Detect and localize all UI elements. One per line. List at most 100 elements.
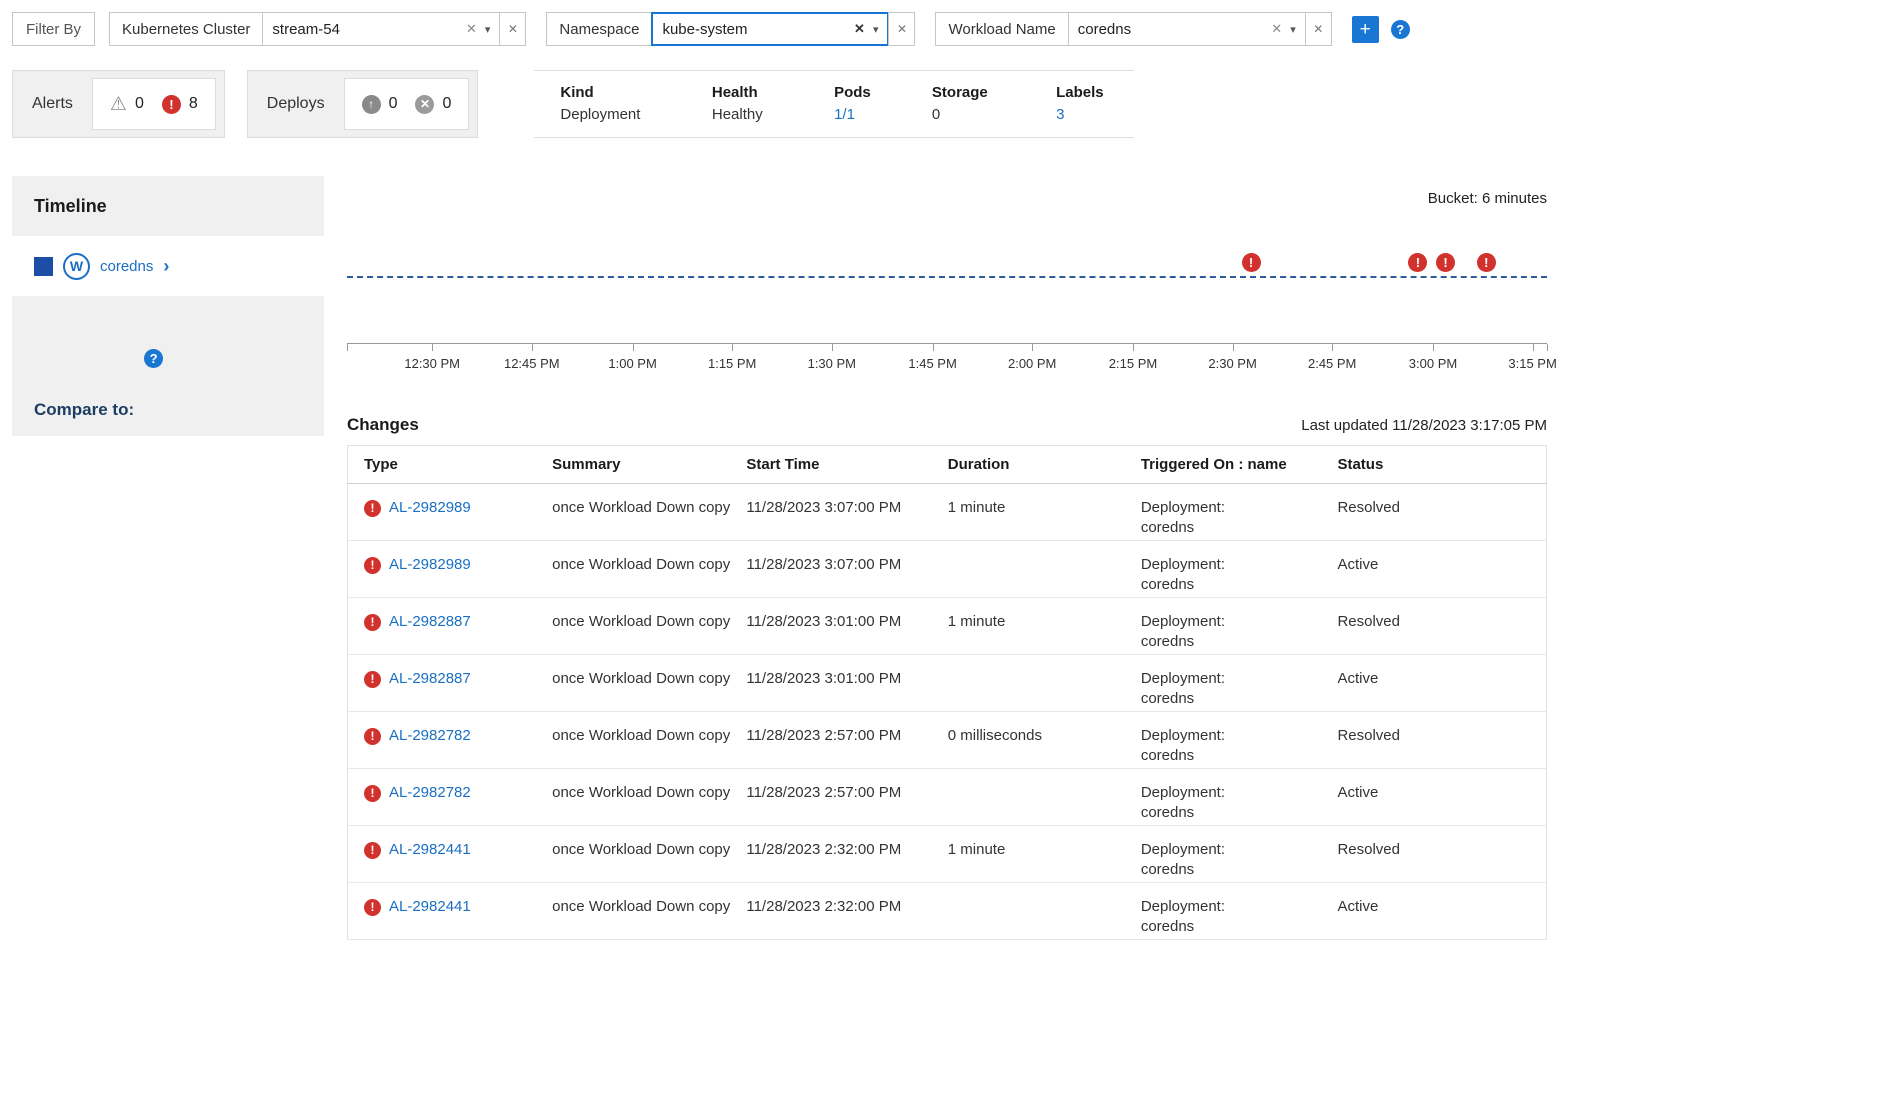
alert-id-link[interactable]: AL-2982887 [389,612,471,632]
duration-cell [940,655,1133,712]
col-triggered-on: Triggered On : name [1133,446,1330,484]
alert-id-link[interactable]: AL-2982441 [389,897,471,917]
chevron-down-icon[interactable]: ▾ [873,23,879,36]
axis-tick-label: 2:00 PM [1008,356,1056,371]
triggered-on-cell: Deployment: coredns [1133,598,1330,655]
filter-group-cluster: Kubernetes Cluster stream-54 ✕ ▾ ✕ [109,12,526,46]
critical-alert-icon: ! [364,500,381,517]
summary-pods-label: Pods [834,84,922,101]
summary-cell: once Workload Down copy [544,712,738,769]
col-start-time: Start Time [738,446,939,484]
deploys-failed-stat: ✕ 0 [415,95,451,114]
triggered-kind: Deployment: [1141,612,1322,632]
chevron-down-icon[interactable]: ▾ [1290,23,1296,36]
triggered-kind: Deployment: [1141,840,1322,860]
triggered-name: coredns [1141,860,1322,880]
timeline-title: Timeline [12,176,324,236]
duration-cell [940,883,1133,940]
axis-tick-label: 1:45 PM [908,356,956,371]
alert-marker-icon[interactable]: ! [1436,253,1455,272]
status-cell: Active [1329,883,1546,940]
remove-cluster-filter-button[interactable]: ✕ [499,12,526,46]
timeline-series-line [347,276,1547,278]
critical-alert-icon: ! [364,728,381,745]
workload-filter-input[interactable]: coredns ✕ ▾ [1068,12,1306,46]
summary-pods: Pods 1/1 [834,84,932,137]
help-icon[interactable]: ? [144,349,163,368]
workload-link[interactable]: coredns [100,258,153,275]
help-icon[interactable]: ? [1391,20,1410,39]
start-time-cell: 11/28/2023 2:57:00 PM [738,712,939,769]
timeline-legend-row: W coredns › [12,236,324,296]
triggered-on-cell: Deployment: coredns [1133,484,1330,541]
axis-tick-label: 2:15 PM [1109,356,1157,371]
status-cell: Resolved [1329,598,1546,655]
summary-labels: Labels 3 [1056,84,1134,137]
close-icon: ✕ [1313,22,1323,36]
workload-filter-value: coredns [1078,21,1264,38]
chevron-right-icon[interactable]: › [163,257,169,275]
axis-tick [1032,344,1033,351]
triggered-name: coredns [1141,917,1322,937]
duration-cell [940,541,1133,598]
chevron-down-icon[interactable]: ▾ [485,23,491,36]
series-color-swatch [34,257,53,276]
axis-tick [832,344,833,351]
labels-count-link[interactable]: 3 [1056,106,1064,123]
last-updated-label: Last updated 11/28/2023 3:17:05 PM [1301,417,1547,434]
alert-id-link[interactable]: AL-2982887 [389,669,471,689]
axis-tick-label: 3:00 PM [1409,356,1457,371]
alert-marker-icon[interactable]: ! [1477,253,1496,272]
clear-value-icon[interactable]: ✕ [1271,21,1282,37]
add-filter-button[interactable]: + [1352,16,1379,43]
alert-marker-icon[interactable]: ! [1408,253,1427,272]
type-cell: ! AL-2982887 [348,598,545,655]
summary-cell: once Workload Down copy [544,826,738,883]
namespace-filter-input[interactable]: kube-system ✕ ▾ [651,12,889,46]
filter-group-workload: Workload Name coredns ✕ ▾ ✕ [935,12,1331,46]
table-row: ! AL-2982887 once Workload Down copy 11/… [348,655,1547,712]
triggered-on-cell: Deployment: coredns [1133,712,1330,769]
axis-tick [1433,344,1434,351]
alert-id-link[interactable]: AL-2982782 [389,783,471,803]
summary-storage-value: 0 [932,106,1046,123]
col-summary: Summary [544,446,738,484]
workload-badge-icon: W [63,253,90,280]
stats-row: Alerts ⚠ 0 ! 8 Deploys ↑ 0 ✕ [8,70,1878,138]
bucket-label: Bucket: 6 minutes [347,176,1547,207]
start-time-cell: 11/28/2023 3:07:00 PM [738,541,939,598]
alerts-warning-count: 0 [135,95,144,113]
axis-tick [347,344,348,351]
alert-id-link[interactable]: AL-2982989 [389,555,471,575]
clear-value-icon[interactable]: ✕ [854,21,865,37]
triggered-name: coredns [1141,689,1322,709]
table-row: ! AL-2982887 once Workload Down copy 11/… [348,598,1547,655]
duration-cell: 1 minute [940,826,1133,883]
duration-cell: 1 minute [940,598,1133,655]
pods-count-link[interactable]: 1/1 [834,106,855,123]
table-row: ! AL-2982441 once Workload Down copy 11/… [348,883,1547,940]
triggered-name: coredns [1141,575,1322,595]
close-icon: ✕ [897,22,907,36]
table-header-row: Type Summary Start Time Duration Trigger… [348,446,1547,484]
summary-storage: Storage 0 [932,84,1056,137]
type-cell: ! AL-2982441 [348,826,545,883]
clear-value-icon[interactable]: ✕ [466,21,477,37]
alert-id-link[interactable]: AL-2982989 [389,498,471,518]
alerts-critical-stat: ! 8 [162,95,198,114]
remove-workload-filter-button[interactable]: ✕ [1305,12,1332,46]
triggered-on-cell: Deployment: coredns [1133,826,1330,883]
time-axis: 12:30 PM 12:45 PM 1:00 PM 1:15 PM 1:30 P… [347,343,1547,389]
triggered-name: coredns [1141,518,1322,538]
warning-icon: ⚠ [110,95,127,114]
alert-id-link[interactable]: AL-2982782 [389,726,471,746]
axis-tick-label: 12:30 PM [404,356,460,371]
remove-namespace-filter-button[interactable]: ✕ [888,12,915,46]
alert-id-link[interactable]: AL-2982441 [389,840,471,860]
axis-tick-label: 1:15 PM [708,356,756,371]
cluster-filter-input[interactable]: stream-54 ✕ ▾ [262,12,500,46]
triggered-name: coredns [1141,803,1322,823]
start-time-cell: 11/28/2023 2:57:00 PM [738,769,939,826]
alert-marker-icon[interactable]: ! [1242,253,1261,272]
deploys-card-values: ↑ 0 ✕ 0 [344,78,470,130]
